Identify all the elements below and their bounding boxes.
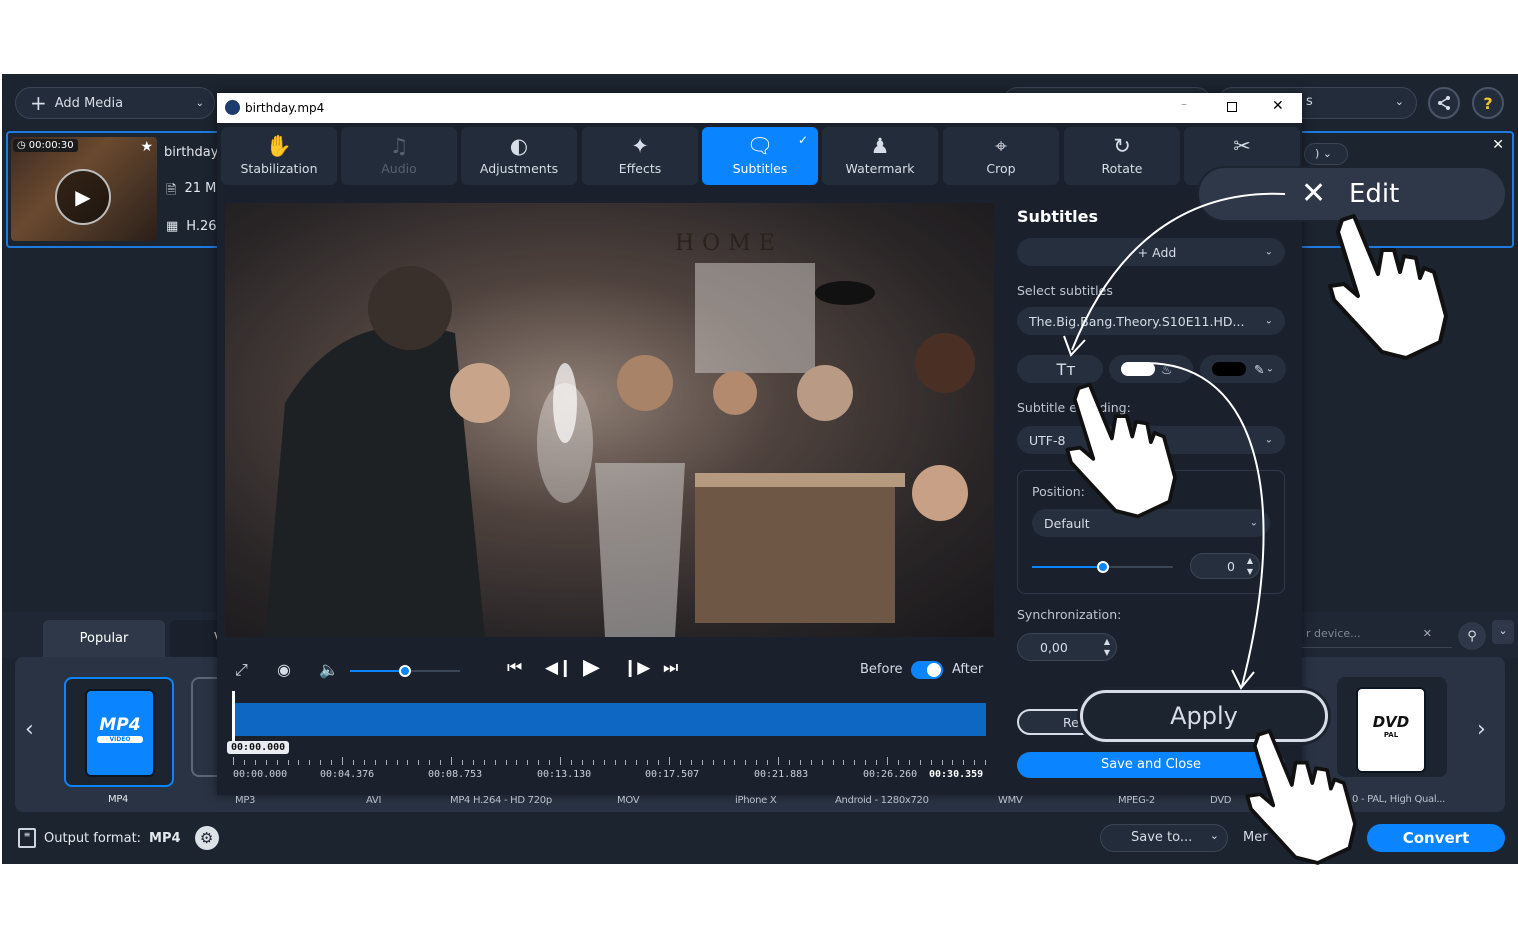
arrow-edit-to-font (1071, 192, 1286, 351)
pointer-hand-icon (1065, 382, 1177, 519)
pointer-hand-icon (1328, 214, 1448, 360)
pointer-hand-icon (1245, 729, 1357, 865)
